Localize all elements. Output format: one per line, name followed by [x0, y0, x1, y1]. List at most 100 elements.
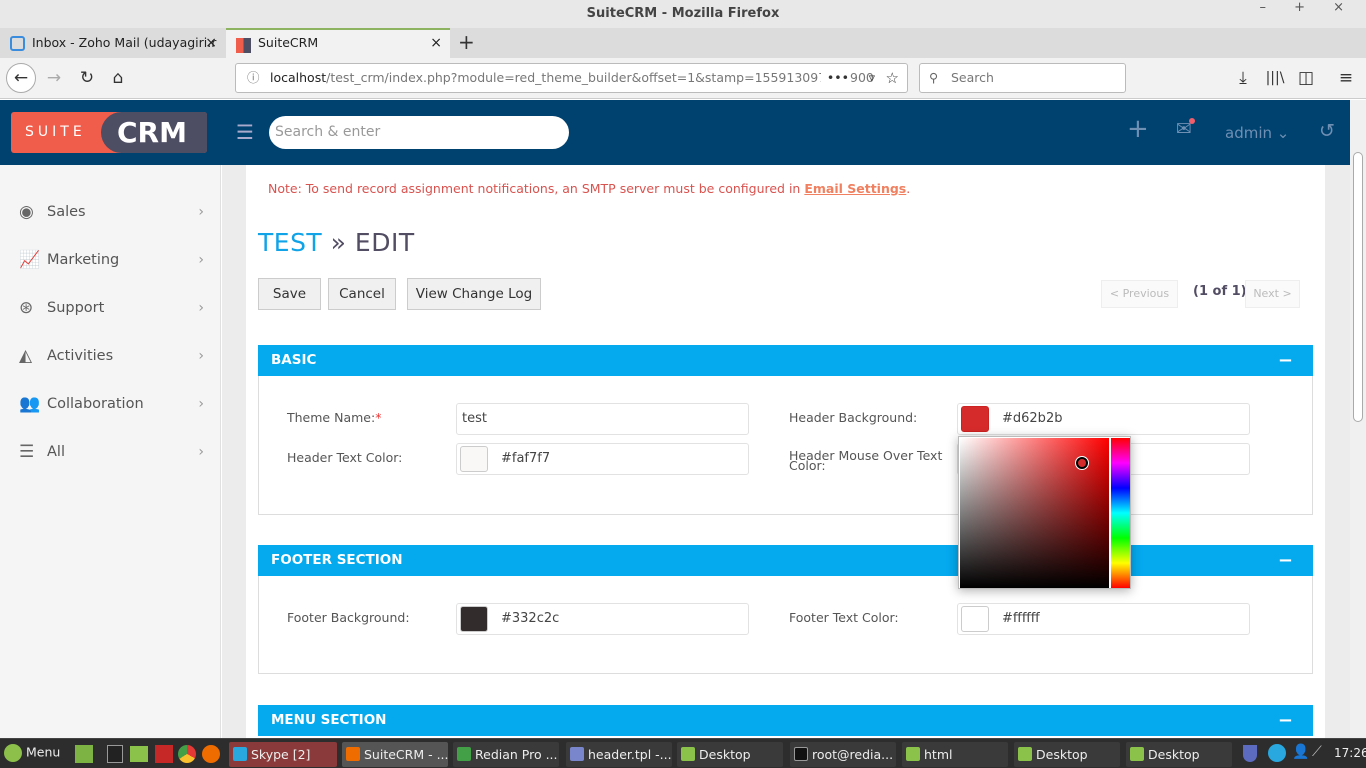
cancel-button[interactable]: Cancel [328, 278, 396, 310]
sidebar-item-all[interactable]: ☰ All › [0, 428, 221, 476]
section-basic-header[interactable]: BASIC − [258, 345, 1313, 376]
taskbar-item-redian[interactable]: Redian Pro ... [453, 742, 559, 767]
chrome-launcher-icon[interactable] [178, 745, 196, 763]
taskbar-item-desktop[interactable]: Desktop [1126, 742, 1232, 767]
collapse-icon[interactable]: − [1278, 545, 1293, 576]
close-tab-icon[interactable]: × [205, 28, 217, 58]
library-icon[interactable]: |||\ [1262, 58, 1288, 99]
tab-zoho-mail[interactable]: Inbox - Zoho Mail (udayagiri.r × [0, 28, 225, 58]
taskbar-item-terminal[interactable]: root@redia... [790, 742, 896, 767]
taskbar-label: Desktop [1036, 747, 1088, 762]
clock[interactable]: 17:26 [1334, 746, 1366, 760]
taskbar-item-html[interactable]: html [902, 742, 1008, 767]
color-swatch[interactable] [961, 406, 989, 432]
folder-icon [1130, 747, 1144, 761]
sidebar-item-label: Support [47, 300, 105, 316]
taskbar-item-header-tpl[interactable]: header.tpl -... [566, 742, 672, 767]
sidebar-item-sales[interactable]: ◉ Sales › [0, 188, 221, 236]
collapse-icon[interactable]: − [1278, 345, 1293, 376]
user-icon[interactable]: 👤 [1292, 744, 1309, 760]
section-title: BASIC [271, 352, 317, 368]
collapse-icon[interactable]: − [1278, 705, 1293, 736]
sidebar-item-support[interactable]: ⊛ Support › [0, 284, 221, 332]
view-change-log-button[interactable]: View Change Log [407, 278, 541, 310]
page-title: TEST » EDIT [258, 228, 415, 257]
color-swatch[interactable] [460, 446, 488, 472]
history-icon[interactable]: ↺ [1319, 120, 1335, 142]
start-menu-button[interactable]: Menu [4, 744, 60, 762]
url-path: /test_crm/index.php?module=red_theme_bui… [326, 70, 874, 85]
sidebar-item-marketing[interactable]: 📈 Marketing › [0, 236, 221, 284]
taskbar-label: Desktop [1148, 747, 1200, 762]
header-background-input[interactable]: #d62b2b [957, 403, 1250, 435]
header-text-color-input[interactable]: #faf7f7 [456, 443, 749, 475]
mail-icon[interactable]: ✉ [1176, 118, 1195, 140]
pocket-icon[interactable]: ▿ [869, 64, 875, 92]
files-launcher-icon[interactable] [130, 746, 148, 762]
taskbar-item-skype[interactable]: Skype [2] [229, 742, 337, 767]
suitecrm-logo[interactable]: SUITE CRM [11, 112, 207, 153]
chevron-right-icon: › [198, 348, 204, 364]
plus-icon[interactable]: + [1127, 114, 1149, 144]
sidebar-item-activities[interactable]: ◭ Activities › [0, 332, 221, 380]
hamburger-icon[interactable]: ☰ [236, 120, 254, 144]
suitecrm-favicon-icon [236, 38, 251, 53]
module-name[interactable]: TEST [258, 228, 322, 257]
shield-icon[interactable] [1243, 745, 1257, 762]
hue-slider[interactable] [1111, 438, 1130, 588]
browser-search-input[interactable]: ⚲ Search [919, 63, 1126, 93]
bookmark-star-icon[interactable]: ☆ [886, 64, 899, 92]
menu-icon[interactable]: ≡ [1333, 58, 1359, 99]
taskbar-item-desktop[interactable]: Desktop [677, 742, 783, 767]
nav-toolbar: ← → ↻ ⌂ ⓘ localhost/test_crm/index.php?mo… [0, 58, 1366, 99]
home-button[interactable]: ⌂ [105, 58, 131, 99]
firefox-launcher-icon[interactable] [202, 745, 220, 763]
window-controls[interactable]: – + × [1259, 0, 1356, 15]
previous-button[interactable]: < Previous [1101, 280, 1178, 308]
close-tab-icon[interactable]: × [430, 30, 442, 56]
input-value: test [462, 411, 487, 426]
window-titlebar: SuiteCRM - Mozilla Firefox [0, 0, 1366, 28]
color-swatch[interactable] [961, 606, 989, 632]
sidebar-toggle-icon[interactable]: ◫ [1293, 58, 1319, 99]
next-button[interactable]: Next > [1245, 280, 1300, 308]
filezilla-launcher-icon[interactable] [155, 745, 173, 763]
menu-label: Menu [25, 744, 61, 760]
chevron-right-icon: › [198, 204, 204, 220]
scrollbar-thumb[interactable] [1353, 152, 1363, 422]
input-value: #332c2c [501, 611, 560, 626]
reload-button[interactable]: ↻ [74, 58, 100, 99]
saturation-value-area[interactable] [960, 438, 1109, 588]
forward-button[interactable]: → [41, 58, 67, 99]
info-icon[interactable]: ⓘ [247, 64, 260, 92]
theme-name-input[interactable]: test [456, 403, 749, 435]
sidebar-item-label: Activities [47, 348, 114, 364]
color-cursor-handle[interactable] [1076, 457, 1088, 469]
header-hover-color-label: Header Mouse Over Text Color: [789, 448, 943, 473]
taskbar-item-suitecrm[interactable]: SuiteCRM - ... [342, 742, 448, 767]
taskbar-item-desktop[interactable]: Desktop [1014, 742, 1120, 767]
sidebar-item-collaboration[interactable]: 👥 Collaboration › [0, 380, 221, 428]
list-icon: ☰ [19, 442, 35, 462]
downloads-icon[interactable]: ⤓ [1230, 58, 1256, 99]
url-bar[interactable]: ⓘ localhost/test_crm/index.php?module=red… [235, 63, 908, 93]
network-icon[interactable]: ⟋ [1312, 744, 1322, 760]
show-desktop-icon[interactable] [75, 745, 93, 763]
section-footer-header[interactable]: FOOTER SECTION − [258, 545, 1313, 576]
page-actions-icon[interactable]: ••• [820, 64, 849, 92]
skype-tray-icon[interactable] [1268, 744, 1286, 762]
footer-text-color-input[interactable]: #ffffff [957, 603, 1250, 635]
input-value: #faf7f7 [501, 451, 551, 466]
user-menu[interactable]: admin ⌄ [1225, 124, 1289, 142]
footer-background-input[interactable]: #332c2c [456, 603, 749, 635]
global-search-input[interactable]: Search & enter [269, 116, 569, 149]
search-icon: ⚲ [929, 70, 939, 85]
email-settings-link[interactable]: Email Settings [804, 181, 906, 196]
terminal-launcher-icon[interactable] [107, 745, 123, 763]
section-menu-header[interactable]: MENU SECTION − [258, 705, 1313, 736]
color-swatch[interactable] [460, 606, 488, 632]
save-button[interactable]: Save [258, 278, 321, 310]
new-tab-button[interactable]: + [458, 28, 475, 56]
tab-suitecrm[interactable]: SuiteCRM × [226, 28, 450, 58]
back-button[interactable]: ← [6, 63, 36, 93]
